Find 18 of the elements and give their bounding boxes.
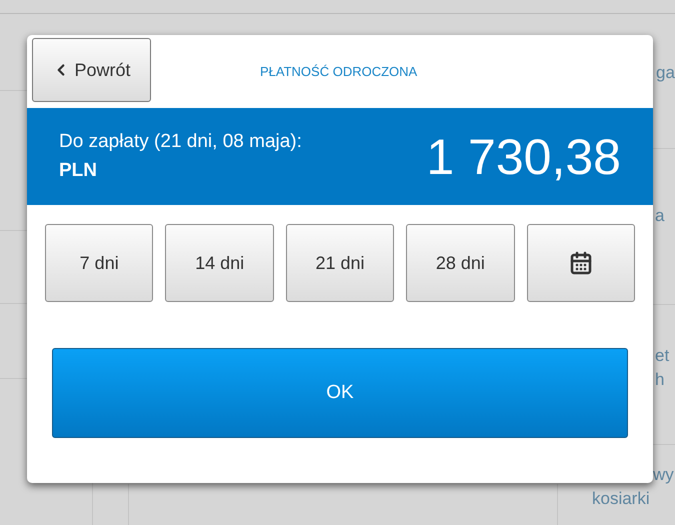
calendar-button[interactable]: [526, 224, 636, 302]
back-button[interactable]: Powrót: [32, 38, 151, 102]
background-text: et: [655, 346, 670, 365]
term-button[interactable]: 21 dni: [286, 224, 394, 302]
term-button[interactable]: 14 dni: [165, 224, 274, 302]
currency-label: PLN: [59, 158, 98, 182]
amount-value: 1 730,38: [426, 132, 621, 182]
ok-button[interactable]: OK: [52, 348, 628, 438]
background-text: wy: [653, 465, 674, 484]
background-text: kosiarki: [592, 489, 650, 508]
background-text: a: [655, 206, 664, 225]
background-text: ga: [656, 63, 675, 82]
term-button[interactable]: 28 dni: [406, 224, 515, 302]
background-text: h: [655, 370, 664, 389]
due-label: Do zapłaty (21 dni, 08 maja):: [59, 130, 302, 154]
dialog-title: PŁATNOŚĆ ODROCZONA: [260, 62, 418, 81]
term-button[interactable]: 7 dni: [45, 224, 154, 302]
calendar-icon: [568, 251, 593, 275]
